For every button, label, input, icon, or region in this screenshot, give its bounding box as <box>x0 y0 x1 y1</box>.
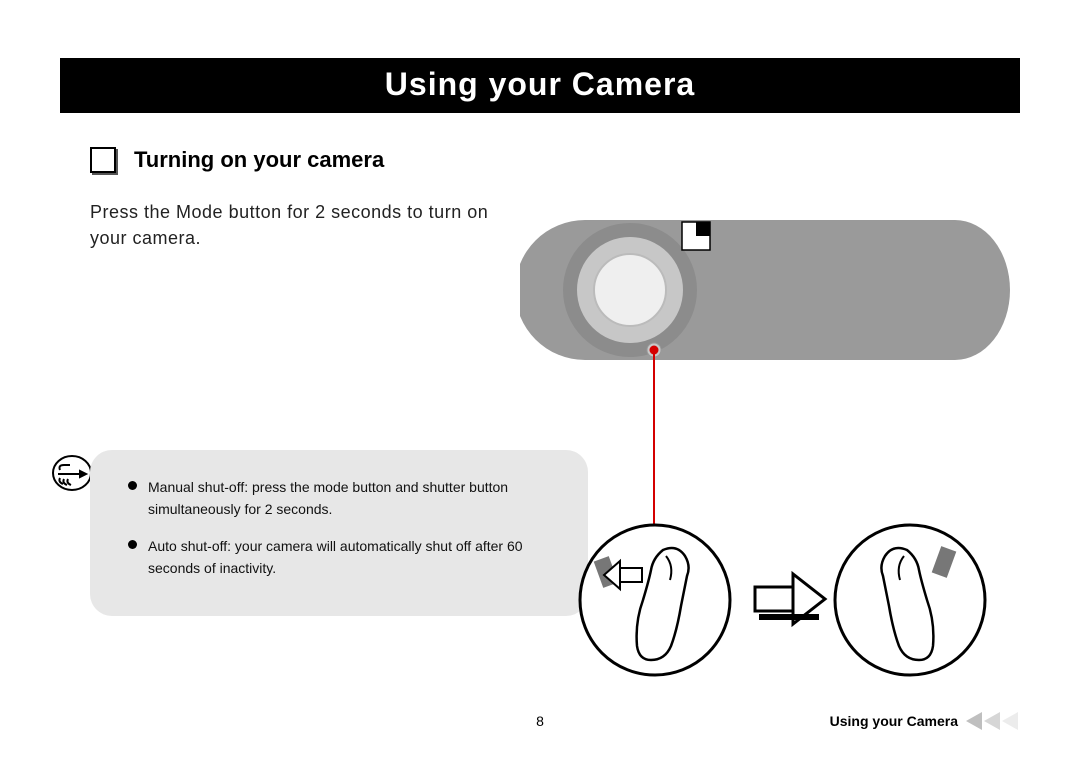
page-title-bar: Using your Camera <box>60 58 1020 113</box>
bullet-dot-icon <box>128 540 137 549</box>
square-bullet-icon <box>90 147 116 173</box>
page-footer: 8 Using your Camera <box>60 712 1020 730</box>
note-text: Auto shut-off: your camera will automati… <box>148 538 523 576</box>
note-box: Manual shut-off: press the mode button a… <box>90 450 588 616</box>
section-heading: Turning on your camera <box>134 147 384 173</box>
section-body-text: Press the Mode button for 2 seconds to t… <box>90 199 510 251</box>
note-item: Manual shut-off: press the mode button a… <box>148 476 568 521</box>
large-right-arrow-icon <box>755 574 825 624</box>
camera-illustration <box>520 200 1020 680</box>
camera-body-icon <box>520 220 1010 360</box>
red-arrow-icon <box>647 346 661 541</box>
footer-section-label: Using your Camera <box>830 713 958 729</box>
page-number: 8 <box>360 713 720 729</box>
note-text: Manual shut-off: press the mode button a… <box>148 479 508 517</box>
press-gesture-right-icon <box>835 525 985 675</box>
triple-chevron-icon <box>964 712 1020 730</box>
bullet-dot-icon <box>128 481 137 490</box>
note-item: Auto shut-off: your camera will automati… <box>148 535 568 580</box>
press-gesture-left-icon <box>580 525 730 675</box>
